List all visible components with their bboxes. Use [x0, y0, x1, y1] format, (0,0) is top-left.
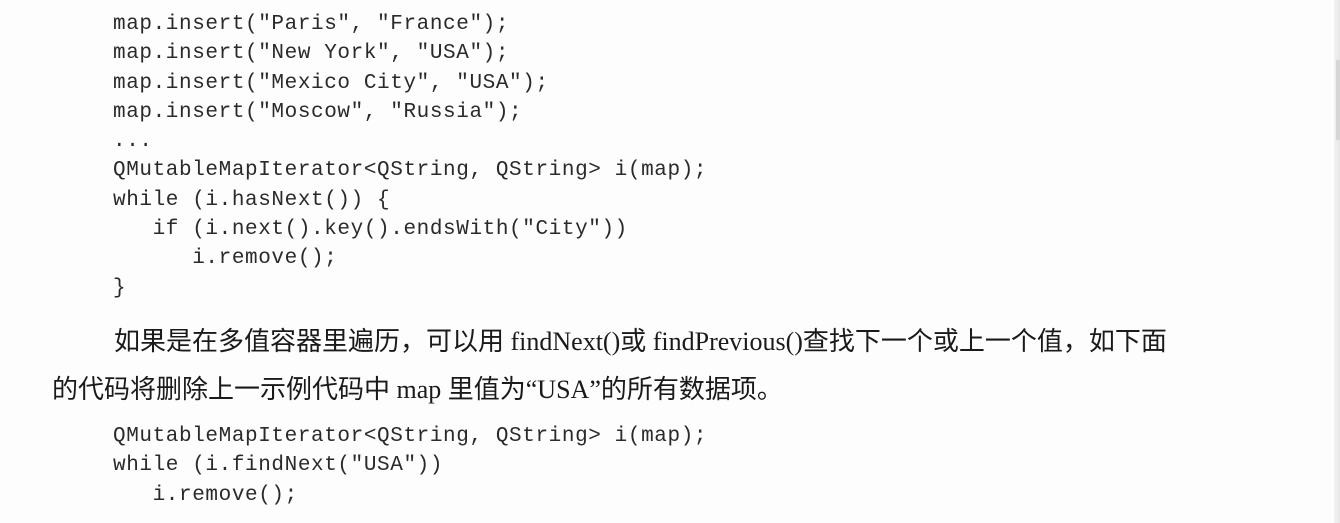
code-line: QMutableMapIterator<QString, QString> i(… [113, 159, 708, 183]
paragraph-line: 的代码将删除上一示例代码中 map 里值为“USA”的所有数据项。 [52, 375, 783, 404]
code-line: while (i.findNext("USA")) [113, 454, 444, 478]
code-line: i.remove(); [113, 247, 338, 271]
code-line: map.insert("Paris", "France"); [113, 13, 510, 36]
code-line: while (i.hasNext()) { [113, 188, 391, 212]
code-block-map-insert-and-remove: map.insert("Paris", "France"); map.insert… [113, 10, 707, 303]
paragraph-line: 如果是在多值容器里遍历，可以用 findNext()或 findPrevious… [114, 327, 1167, 356]
code-line: if (i.next().key().endsWith("City")) [113, 218, 628, 242]
code-line: i.remove(); [113, 483, 298, 507]
page-edge-shadow [1334, 0, 1340, 523]
document-page: map.insert("Paris", "France"); map.insert… [0, 0, 1340, 523]
code-block-find-next: QMutableMapIterator<QString, QString> i(… [113, 422, 707, 510]
page-edge-mark [1336, 60, 1340, 140]
code-line: map.insert("Mexico City", "USA"); [113, 71, 549, 95]
body-paragraph: 如果是在多值容器里遍历，可以用 findNext()或 findPrevious… [52, 318, 1317, 414]
code-line: QMutableMapIterator<QString, QString> i(… [113, 425, 708, 448]
code-line: map.insert("New York", "USA"); [113, 42, 510, 66]
code-line: map.insert("Moscow", "Russia"); [113, 100, 523, 124]
code-line: } [113, 276, 127, 300]
code-line: ... [113, 130, 153, 154]
